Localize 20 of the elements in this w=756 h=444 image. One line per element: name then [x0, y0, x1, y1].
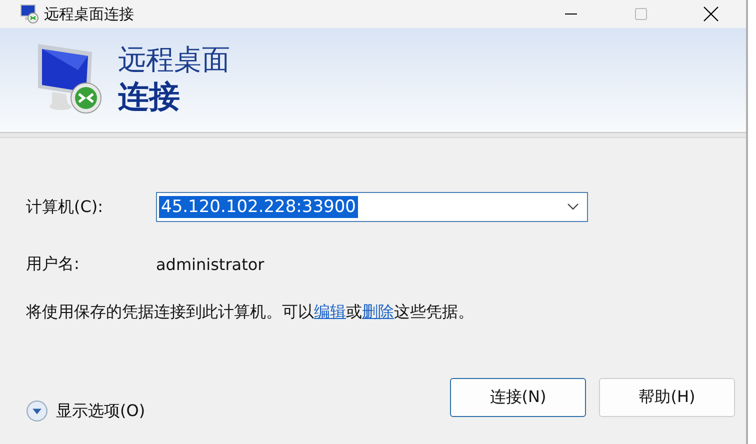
credentials-note: 将使用保存的凭据连接到此计算机。可以编辑或删除这些凭据。: [26, 302, 475, 323]
maximize-icon: [634, 7, 648, 21]
remote-desktop-icon: [20, 4, 40, 24]
help-button[interactable]: 帮助(H): [599, 378, 735, 416]
connect-button[interactable]: 连接(N): [450, 378, 586, 416]
dropdown-chevron-icon: [567, 203, 579, 211]
computer-combobox[interactable]: 45.120.102.228:33900: [156, 192, 588, 222]
link[interactable]: 删除: [362, 302, 394, 321]
expand-circle-icon: [26, 400, 48, 422]
computer-label: 计算机(C):: [26, 196, 104, 218]
minimize-icon: [564, 13, 578, 15]
window-title: 远程桌面连接: [44, 4, 134, 24]
username-label: 用户名:: [26, 254, 80, 275]
close-icon: [703, 6, 719, 22]
show-options-toggle[interactable]: 显示选项(O): [26, 400, 146, 422]
username-value: administrator: [156, 255, 264, 274]
banner-subtitle: 连接: [118, 78, 181, 117]
computer-value: 45.120.102.228:33900: [159, 196, 358, 218]
link[interactable]: 编辑: [314, 302, 346, 321]
banner-title: 远程桌面: [118, 43, 230, 77]
